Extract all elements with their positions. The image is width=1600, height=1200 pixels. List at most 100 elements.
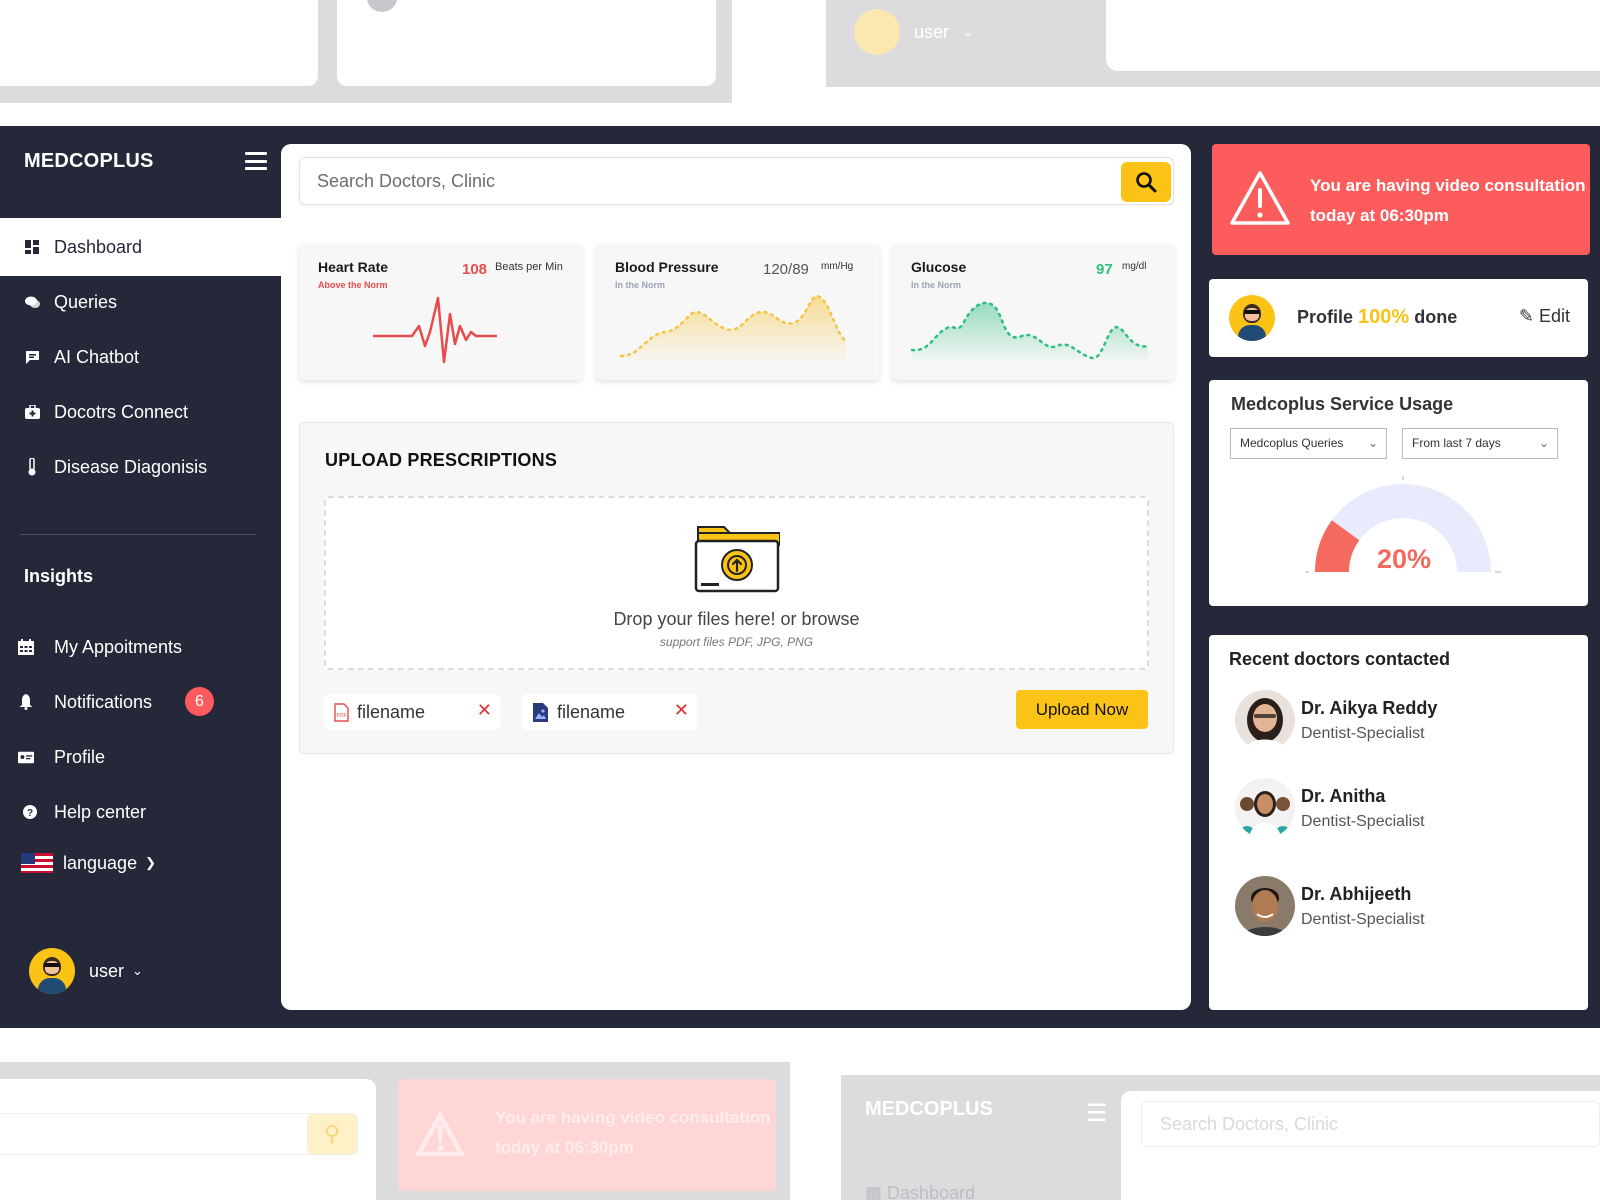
sidebar-item-label: Dashboard <box>54 236 143 257</box>
svg-text:PDF: PDF <box>337 713 347 719</box>
search-bar <box>299 157 1174 205</box>
blood-pressure-card: Blood Pressure In the Norm 120/89 mm/Hg <box>596 244 879 380</box>
gauge-fill <box>1315 520 1360 573</box>
language-selector[interactable]: language ❯ <box>0 834 281 892</box>
alert-line: today at 06:30pm <box>495 1138 634 1157</box>
doctor-name: Dr. Anitha <box>1301 785 1386 806</box>
remove-file-icon[interactable]: ✕ <box>477 700 492 721</box>
search-button[interactable] <box>1121 162 1171 202</box>
doctor-list-item[interactable]: Dr. Anitha Dentist-Specialist <box>1235 777 1425 839</box>
gauge-value: 20% <box>1377 544 1432 574</box>
chevron-down-icon: ⌄ <box>132 963 143 978</box>
file-name: filename <box>557 701 626 722</box>
sidebar-item-disease-diagnosis[interactable]: Disease Diagonisis <box>0 438 281 496</box>
vital-value: 120/89 <box>763 261 809 278</box>
profile-prefix: Profile <box>1297 307 1354 327</box>
sidebar-item-label: Disease Diagonisis <box>54 456 208 477</box>
doctor-name: Dr. Abhijeeth <box>1301 883 1412 904</box>
background-search <box>0 1113 358 1155</box>
avatar <box>367 0 397 12</box>
help-icon: ? <box>22 804 38 820</box>
language-label: language <box>63 852 138 873</box>
background-mockup-bottom-left: ⚲ ⚠ You are having video consultation to… <box>0 1062 790 1200</box>
sidebar-item-label: Queries <box>54 291 118 312</box>
brand-logo: MEDCOPLUS <box>865 1098 993 1120</box>
doctor-specialty: Dentist-Specialist <box>1301 812 1425 830</box>
sidebar-item-notifications[interactable]: Notifications 6 <box>0 673 281 731</box>
nav-label: Dashboard <box>887 1183 976 1200</box>
doctor-list-item[interactable]: Dr. Abhijeeth Dentist-Specialist <box>1235 875 1425 937</box>
user-menu[interactable]: user ⌄ <box>29 948 143 994</box>
background-card: ⚲ <box>0 1079 376 1200</box>
sidebar-item-label: Help center <box>54 801 147 822</box>
folder-upload-icon <box>694 526 780 593</box>
doctor-avatar <box>1235 876 1295 936</box>
sidebar-item-label: AI Chatbot <box>54 346 140 367</box>
dropzone-support-text: support files PDF, JPG, PNG <box>659 635 814 649</box>
doctor-name: Dr. Aikya Reddy <box>1301 697 1438 718</box>
select-value: Medcoplus Queries <box>1240 436 1344 450</box>
background-search: Search Doctors, Clinic <box>1141 1101 1600 1147</box>
id-card-icon <box>18 749 34 765</box>
usage-title: Medcoplus Service Usage <box>1231 394 1454 414</box>
divider <box>20 534 256 535</box>
sidebar-item-queries[interactable]: Queries <box>0 273 281 331</box>
sidebar-item-doctors-connect[interactable]: Docotrs Connect <box>0 383 281 441</box>
file-name: filename <box>357 701 426 722</box>
warning-icon: ⚠ <box>414 1103 466 1168</box>
upload-now-button[interactable]: Upload Now <box>1016 690 1148 729</box>
remove-file-icon[interactable]: ✕ <box>674 700 689 721</box>
bell-icon <box>18 694 34 710</box>
user-label: user <box>914 21 950 42</box>
hamburger-menu-icon[interactable] <box>245 152 267 170</box>
blood-pressure-graph <box>619 294 848 364</box>
recent-doctors-title: Recent doctors contacted <box>1229 649 1451 669</box>
background-user-menu: user ⌄ <box>854 9 973 55</box>
background-mockup-bottom-right: MEDCOPLUS ☰ ▩ Dashboard Search Doctors, … <box>841 1075 1600 1200</box>
vital-unit: mg/dl <box>1122 261 1147 272</box>
vital-value: 108 <box>462 261 488 278</box>
doctor-avatar <box>1235 690 1295 750</box>
sidebar-item-label: My Appoitments <box>54 636 183 657</box>
image-file-icon <box>533 702 548 722</box>
sidebar-item-profile[interactable]: Profile <box>0 728 281 786</box>
background-alert: ⚠ You are having video consultation toda… <box>398 1079 776 1191</box>
svg-text:?: ? <box>27 808 33 819</box>
service-usage-card: Medcoplus Service Usage Medcoplus Querie… <box>1209 380 1588 606</box>
select-value: From last 7 days <box>1412 436 1501 450</box>
sidebar-item-label: Docotrs Connect <box>54 401 189 422</box>
background-card: Search Doctors, Clinic <box>1121 1091 1600 1200</box>
avatar <box>1229 295 1275 341</box>
alert-line: today at 06:30pm <box>1310 206 1449 225</box>
sidebar-item-ai-chatbot[interactable]: AI Chatbot <box>0 328 281 386</box>
hamburger-icon: ☰ <box>1086 1100 1108 1127</box>
doctor-list-item[interactable]: Dr. Aikya Reddy Dentist-Specialist <box>1235 689 1437 751</box>
attached-file-chip: filename ✕ <box>522 694 697 730</box>
pdf-file-icon: PDF <box>334 702 349 722</box>
file-dropzone[interactable]: Drop your files here! or browse support … <box>324 496 1149 670</box>
sidebar-item-help-center[interactable]: ? Help center <box>0 783 281 841</box>
medkit-icon <box>24 404 40 420</box>
chevron-down-icon: ⌄ <box>1538 436 1549 450</box>
sidebar-item-dashboard[interactable]: Dashboard <box>0 218 281 276</box>
sidebar-item-label: Profile <box>54 746 106 767</box>
vital-title: Heart Rate <box>318 259 389 275</box>
edit-profile-button[interactable]: ✎ Edit <box>1519 306 1570 327</box>
insights-heading: Insights <box>24 566 94 586</box>
edit-label: Edit <box>1538 306 1570 326</box>
background-mockup-top-right: user ⌄ <box>826 0 1600 87</box>
usage-range-select[interactable]: From last 7 days ⌄ <box>1402 428 1558 459</box>
warning-icon <box>1230 171 1290 225</box>
heart-rate-graph <box>373 296 497 364</box>
sidebar-item-my-appointments[interactable]: My Appoitments <box>0 618 281 676</box>
sidebar: MEDCOPLUS Dashboard Queries AI Chatbot D… <box>0 126 281 1028</box>
glucose-card: Glucose In the Norm 97 mg/dl <box>892 244 1174 380</box>
profile-percent: 100% <box>1358 306 1410 328</box>
doctor-avatar <box>1235 778 1295 838</box>
usage-metric-select[interactable]: Medcoplus Queries ⌄ <box>1230 428 1387 459</box>
calendar-icon <box>18 639 34 655</box>
attached-file-chip: PDF filename ✕ <box>324 694 500 730</box>
dashboard-icon: ▩ <box>865 1183 883 1200</box>
search-input[interactable] <box>300 158 1120 204</box>
chevron-down-icon: ⌄ <box>1367 436 1378 450</box>
